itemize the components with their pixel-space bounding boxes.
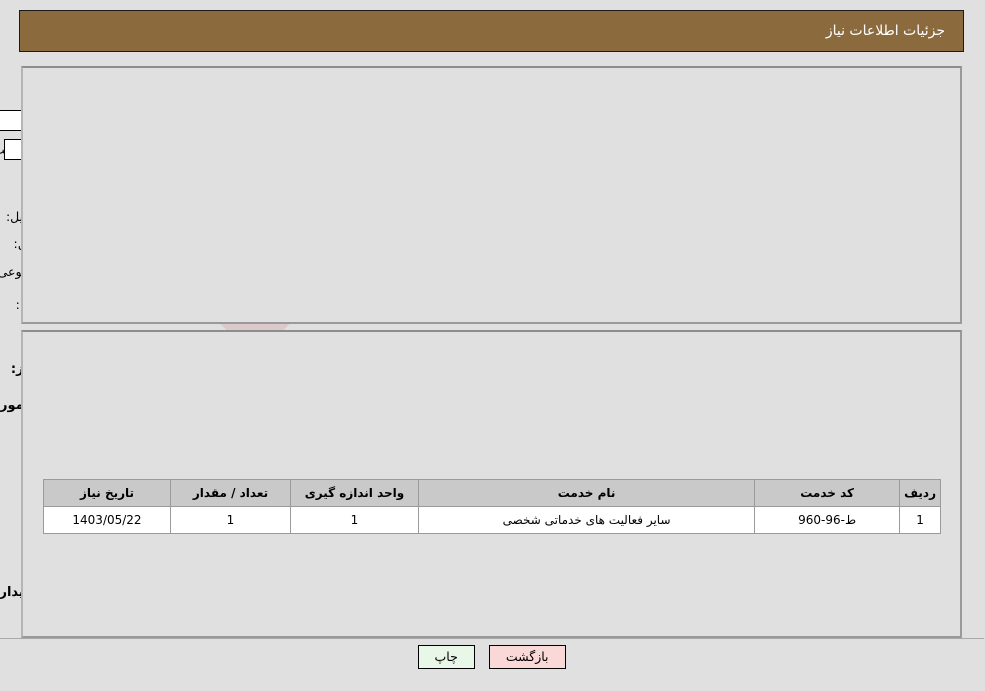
service-items-table: ردیف کد خدمت نام خدمت واحد اندازه گیری ت…: [44, 479, 942, 534]
page-header: جزئیات اطلاعات نیاز: [20, 10, 965, 52]
cell-code: ط-96-960: [755, 506, 902, 534]
th-code: کد خدمت: [755, 479, 902, 507]
th-name: نام خدمت: [418, 479, 757, 507]
service-items-table-wrap: ردیف کد خدمت نام خدمت واحد اندازه گیری ت…: [44, 479, 942, 534]
footer-divider: [0, 638, 985, 639]
th-row: ردیف: [900, 479, 942, 507]
th-date: تاریخ نیاز: [44, 479, 172, 507]
print-button[interactable]: چاپ: [418, 645, 476, 669]
page-title: جزئیات اطلاعات نیاز: [826, 23, 946, 39]
cell-unit: 1: [291, 506, 420, 534]
cell-date: 1403/05/22: [44, 506, 172, 534]
cell-qty: 1: [171, 506, 292, 534]
back-button[interactable]: بازگشت: [489, 645, 567, 669]
th-unit: واحد اندازه گیری: [291, 479, 420, 507]
cell-name: سایر فعالیت های خدماتی شخصی: [418, 506, 757, 534]
table-header-row: ردیف کد خدمت نام خدمت واحد اندازه گیری ت…: [44, 479, 942, 507]
table-row: 1 ط-96-960 سایر فعالیت های خدماتی شخصی 1…: [44, 506, 942, 534]
need-info-panel: [22, 66, 963, 324]
th-qty: تعداد / مقدار: [171, 479, 292, 507]
cell-row: 1: [900, 506, 942, 534]
page-root: AriaTender.net جزئیات اطلاعات نیاز شماره…: [0, 0, 985, 691]
action-buttons: بازگشت چاپ: [0, 645, 985, 669]
